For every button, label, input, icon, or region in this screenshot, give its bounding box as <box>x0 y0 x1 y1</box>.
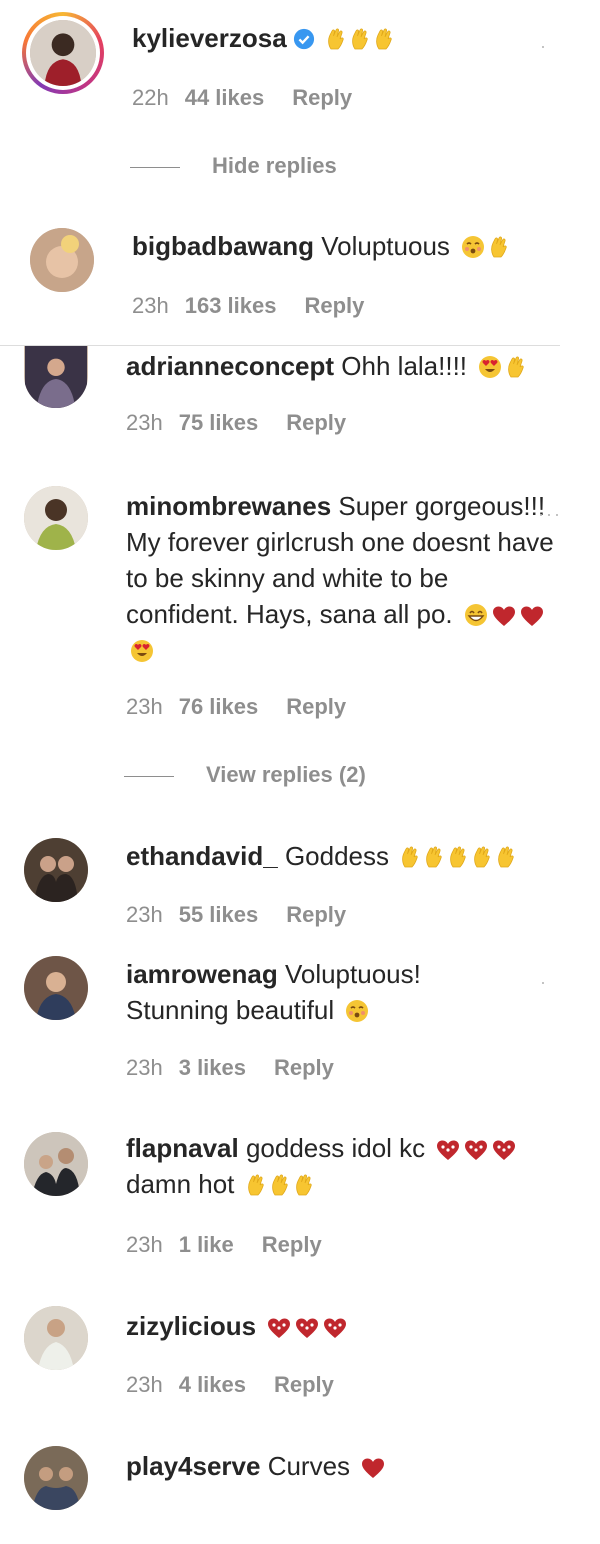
avatar[interactable] <box>24 956 88 1020</box>
raised-hands-emoji <box>498 846 514 868</box>
comment-meta: 22h 44 likes Reply <box>132 84 380 112</box>
comment-text: flapnaval goddess idol kc damn hot <box>126 1130 556 1202</box>
raised-hands-emoji <box>376 28 392 50</box>
avatar[interactable] <box>24 838 88 902</box>
more-options-icon[interactable]: · <box>540 972 548 993</box>
username[interactable]: iamrowenag <box>126 959 278 989</box>
raised-hands-emoji <box>352 28 368 50</box>
comment-text: iamrowenag Voluptuous! Stunning beautifu… <box>126 959 421 1025</box>
raised-hands-emoji <box>426 846 442 868</box>
comment-text: play4serve Curves <box>126 1448 385 1484</box>
sparkling-heart-emoji <box>437 1140 460 1160</box>
comment-meta: 23h 76 likes Reply <box>126 694 347 719</box>
raised-hands-emoji <box>271 1174 288 1196</box>
username[interactable]: zizylicious <box>126 1311 256 1341</box>
username[interactable]: adrianneconcept <box>126 351 334 381</box>
likes-count[interactable]: 44 likes <box>185 85 265 110</box>
likes-count[interactable]: 75 likes <box>179 410 259 435</box>
comment-text: bigbadbawang Voluptuous <box>132 228 509 264</box>
red-heart-emoji <box>520 606 543 626</box>
raised-hands-emoji <box>328 28 344 50</box>
kissing-face-emoji <box>461 235 485 259</box>
comment-text: zizylicious <box>126 1308 347 1344</box>
red-heart-emoji <box>492 606 515 626</box>
heart-eyes-emoji <box>131 640 153 662</box>
hide-replies-button[interactable]: Hide replies <box>130 152 337 180</box>
raised-hands-emoji <box>295 1174 312 1196</box>
avatar[interactable] <box>24 1306 88 1370</box>
kissing-face-emoji <box>345 999 370 1023</box>
username[interactable]: bigbadbawang <box>132 231 314 261</box>
sparkling-heart-emoji <box>296 1318 319 1338</box>
reply-button[interactable]: Reply <box>304 293 364 318</box>
likes-count[interactable]: 4 likes <box>179 1372 246 1397</box>
reply-button[interactable]: Reply <box>274 1055 334 1080</box>
sparkling-heart-emoji <box>268 1318 291 1338</box>
comment-meta: 23h 75 likes Reply <box>126 410 347 435</box>
avatar[interactable] <box>30 228 94 292</box>
avatar[interactable] <box>24 486 88 550</box>
comment-meta: 23h 3 likes Reply <box>126 1055 334 1080</box>
raised-hands-emoji <box>247 1174 264 1196</box>
comment-text: adrianneconcept Ohh lala!!!! <box>126 348 526 384</box>
likes-count[interactable]: 55 likes <box>179 902 259 927</box>
username[interactable]: flapnaval <box>126 1133 239 1163</box>
reply-button[interactable]: Reply <box>274 1372 334 1397</box>
username[interactable]: kylieverzosa <box>132 23 287 53</box>
reply-button[interactable]: Reply <box>286 902 346 927</box>
heart-eyes-emoji <box>479 356 502 378</box>
username[interactable]: minombrewanes <box>126 491 331 521</box>
comment-meta: 23h 1 like Reply <box>126 1232 322 1257</box>
red-heart-emoji <box>362 1458 385 1478</box>
reply-button[interactable]: Reply <box>292 85 352 110</box>
avatar[interactable] <box>24 346 88 408</box>
more-options-icon[interactable]: ··· <box>538 504 562 525</box>
raised-hands-emoji <box>450 846 466 868</box>
more-options-icon[interactable]: · <box>540 36 548 57</box>
likes-count[interactable]: 3 likes <box>179 1055 246 1080</box>
comment-text: kylieverzosa <box>132 20 394 56</box>
username[interactable]: ethandavid_ <box>126 841 278 871</box>
sparkling-heart-emoji <box>493 1140 516 1160</box>
timestamp: 22h <box>132 85 169 110</box>
comment-text: minombrewanes Super gorgeous!!! My forev… <box>126 488 556 668</box>
raised-hands-emoji <box>402 846 418 868</box>
comment-meta: 23h 55 likes Reply <box>126 902 347 927</box>
comment-meta: 23h 163 likes Reply <box>132 293 365 318</box>
verified-badge-icon <box>293 28 314 50</box>
reply-button[interactable]: Reply <box>286 694 346 719</box>
username[interactable]: play4serve <box>126 1451 260 1481</box>
raised-hands-emoji <box>491 236 507 258</box>
comment-text: ethandavid_ Goddess <box>126 838 516 874</box>
avatar[interactable] <box>24 1446 88 1510</box>
likes-count[interactable]: 163 likes <box>185 293 277 318</box>
story-ring[interactable] <box>22 12 104 94</box>
raised-hands-emoji <box>508 356 524 378</box>
likes-count[interactable]: 76 likes <box>179 694 259 719</box>
sparkling-heart-emoji <box>465 1140 488 1160</box>
sparkling-heart-emoji <box>324 1318 347 1338</box>
reply-button[interactable]: Reply <box>286 410 346 435</box>
avatar[interactable] <box>30 20 96 86</box>
grinning-face-emoji <box>464 603 488 627</box>
view-replies-button[interactable]: View replies (2) <box>124 761 366 789</box>
likes-count[interactable]: 1 like <box>179 1232 234 1257</box>
avatar[interactable] <box>24 1132 88 1196</box>
raised-hands-emoji <box>474 846 490 868</box>
comment-meta: 23h 4 likes Reply <box>126 1372 334 1397</box>
reply-button[interactable]: Reply <box>262 1232 322 1257</box>
